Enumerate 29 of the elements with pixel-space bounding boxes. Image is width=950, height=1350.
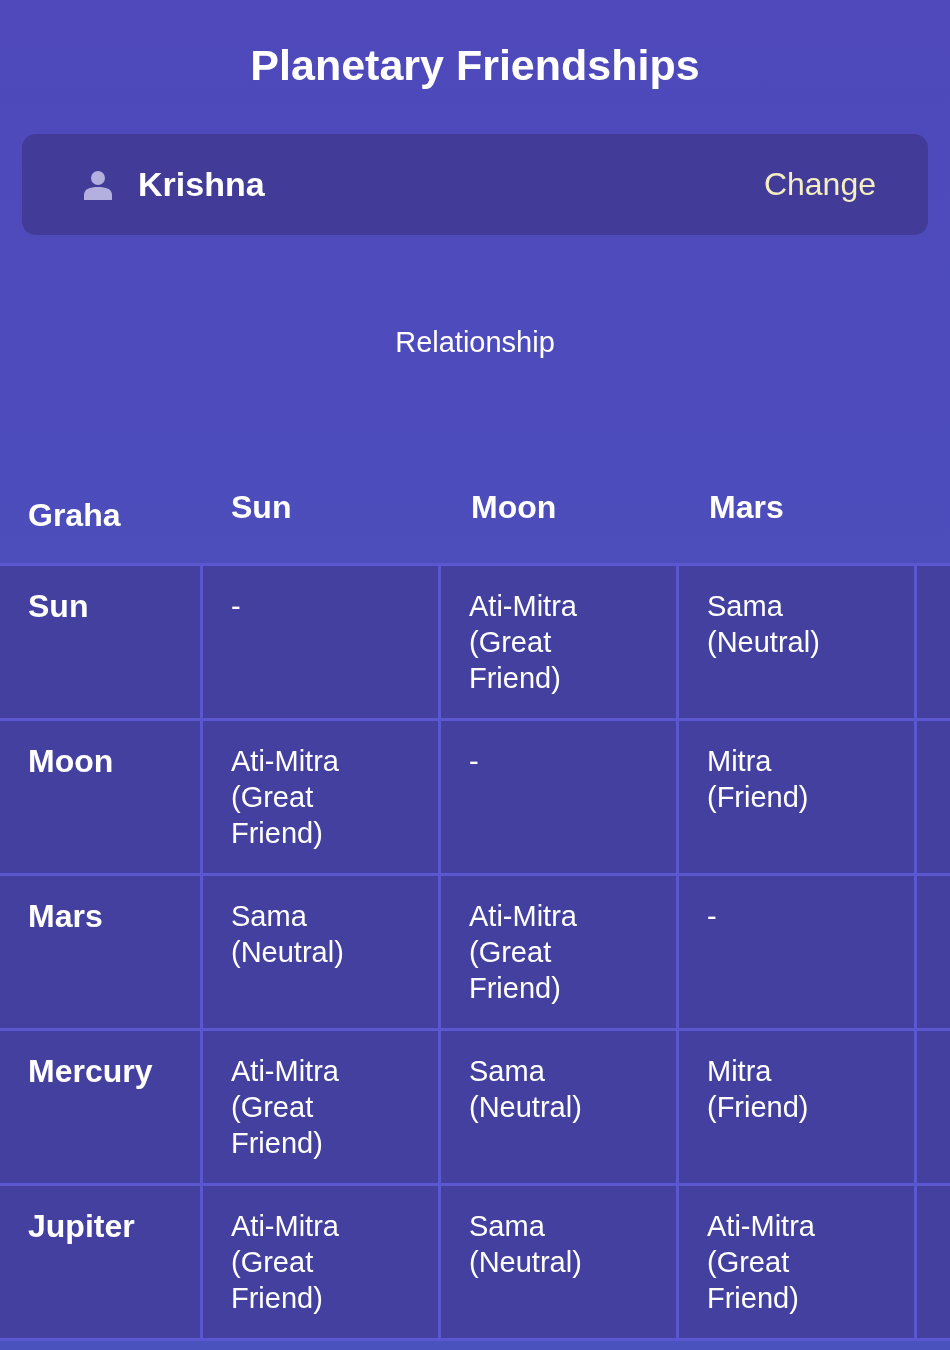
table-cell: Mars [0,876,200,1028]
table-cell: - [203,566,438,718]
column-header: Moon [470,488,558,527]
table-cell: Ati-Mitra (Great Friend) [441,566,676,718]
profile-name: Krishna [138,165,266,204]
column-header: Sun [230,488,293,527]
page-title: Planetary Friendships [249,40,701,90]
change-button[interactable]: Change [763,166,876,203]
column-header: Graha [27,496,122,535]
table-cell: Mitra (Friend) [679,1031,914,1183]
section-label: Relationship [394,325,556,359]
table-cell: Ati-Mitra (Great Friend) [679,1186,914,1338]
table-cell: Ati-Mitra (Great Friend) [203,1031,438,1183]
table-cell: Sama (Neutral) [441,1031,676,1183]
table-cell: Mitra (Friend) [679,721,914,873]
table-cell: Ati-Mitra (Great Friend) [203,1186,438,1338]
table-cell: Sun [0,566,200,718]
table-cell: - [441,721,676,873]
table-cell: Sama (Neutral) [441,1186,676,1338]
table-cell: Sama (Neutral) [203,876,438,1028]
table-cell: Mercury [0,1031,200,1183]
table-cell: Ati-Mitra (Great Friend) [441,876,676,1028]
table-cell: Moon [0,721,200,873]
person-icon [84,169,112,200]
table-cell: Sama (Neutral) [679,566,914,718]
table-cell: - [679,876,914,1028]
column-header: Mars [708,488,785,527]
table-cell: Jupiter [0,1186,200,1338]
table-cell: Ati-Mitra (Great Friend) [203,721,438,873]
